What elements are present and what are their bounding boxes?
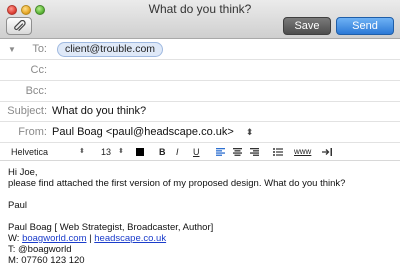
- text-color-swatch[interactable]: [136, 148, 144, 156]
- headscape-link[interactable]: headscape.co.uk: [94, 233, 166, 244]
- align-left-icon[interactable]: [216, 148, 225, 156]
- to-label: To:: [32, 43, 47, 55]
- signature-name: Paul Boag [ Web Strategist, Broadcaster,…: [8, 222, 214, 233]
- size-select-arrows-icon: ⬍: [118, 148, 124, 155]
- font-name: Helvetica: [11, 147, 49, 157]
- align-center-icon[interactable]: [233, 148, 242, 156]
- message-body[interactable]: Hi Joe, please find attached the first v…: [8, 167, 396, 266]
- bullet-list-icon[interactable]: [273, 148, 283, 156]
- subject-row: Subject: What do you think?: [0, 101, 400, 122]
- bold-button[interactable]: B: [159, 143, 166, 161]
- save-button[interactable]: Save: [283, 17, 331, 35]
- boagworld-link[interactable]: boagworld.com: [22, 233, 86, 244]
- compose-window: What do you think? Save Send ▼ To: clien…: [0, 0, 400, 279]
- title-bar: What do you think? Save Send: [0, 0, 400, 39]
- to-row: ▼ To: client@trouble.com: [0, 39, 400, 60]
- cc-row[interactable]: Cc:: [0, 60, 400, 81]
- format-toolbar: Helvetica ⬍ 13 ⬍ B I U www: [0, 143, 400, 161]
- size-select[interactable]: 13: [101, 143, 111, 161]
- signature-mobile: M: 07760 123 120: [8, 255, 85, 266]
- bcc-row[interactable]: Bcc:: [0, 81, 400, 102]
- subject-field[interactable]: What do you think?: [52, 101, 146, 122]
- from-value: Paul Boag <paul@headscape.co.uk>: [52, 126, 234, 138]
- send-button[interactable]: Send: [336, 17, 394, 35]
- signature-twitter: T: @boagworld: [8, 244, 72, 255]
- from-row: From: Paul Boag <paul@headscape.co.uk> ⬍: [0, 122, 400, 143]
- disclosure-triangle-icon[interactable]: ▼: [8, 39, 16, 60]
- italic-button[interactable]: I: [176, 143, 179, 161]
- attach-button[interactable]: [6, 17, 32, 35]
- recipient-token[interactable]: client@trouble.com: [57, 42, 164, 57]
- underline-button[interactable]: U: [193, 143, 200, 161]
- from-label: From:: [18, 126, 47, 138]
- font-size: 13: [101, 147, 112, 157]
- font-select-arrows-icon: ⬍: [79, 148, 85, 155]
- insert-link-button[interactable]: www: [294, 143, 311, 161]
- bcc-label: Bcc:: [25, 85, 47, 97]
- signature-web: W: boagworld.com | headscape.co.uk: [8, 233, 396, 244]
- from-select[interactable]: Paul Boag <paul@headscape.co.uk> ⬍: [52, 122, 253, 143]
- signoff-line: Paul: [8, 200, 28, 211]
- body-paragraph: please find attached the first version o…: [8, 178, 346, 189]
- font-select[interactable]: Helvetica: [11, 143, 48, 161]
- indent-icon[interactable]: [322, 148, 333, 156]
- greeting-line: Hi Joe,: [8, 167, 38, 178]
- align-right-icon[interactable]: [250, 148, 259, 156]
- select-arrows-icon: ⬍: [245, 127, 254, 137]
- window-title: What do you think?: [148, 2, 252, 16]
- web-prefix: W:: [8, 233, 23, 244]
- subject-label: Subject:: [7, 105, 47, 117]
- paperclip-icon: [14, 20, 26, 31]
- cc-label: Cc:: [30, 64, 48, 76]
